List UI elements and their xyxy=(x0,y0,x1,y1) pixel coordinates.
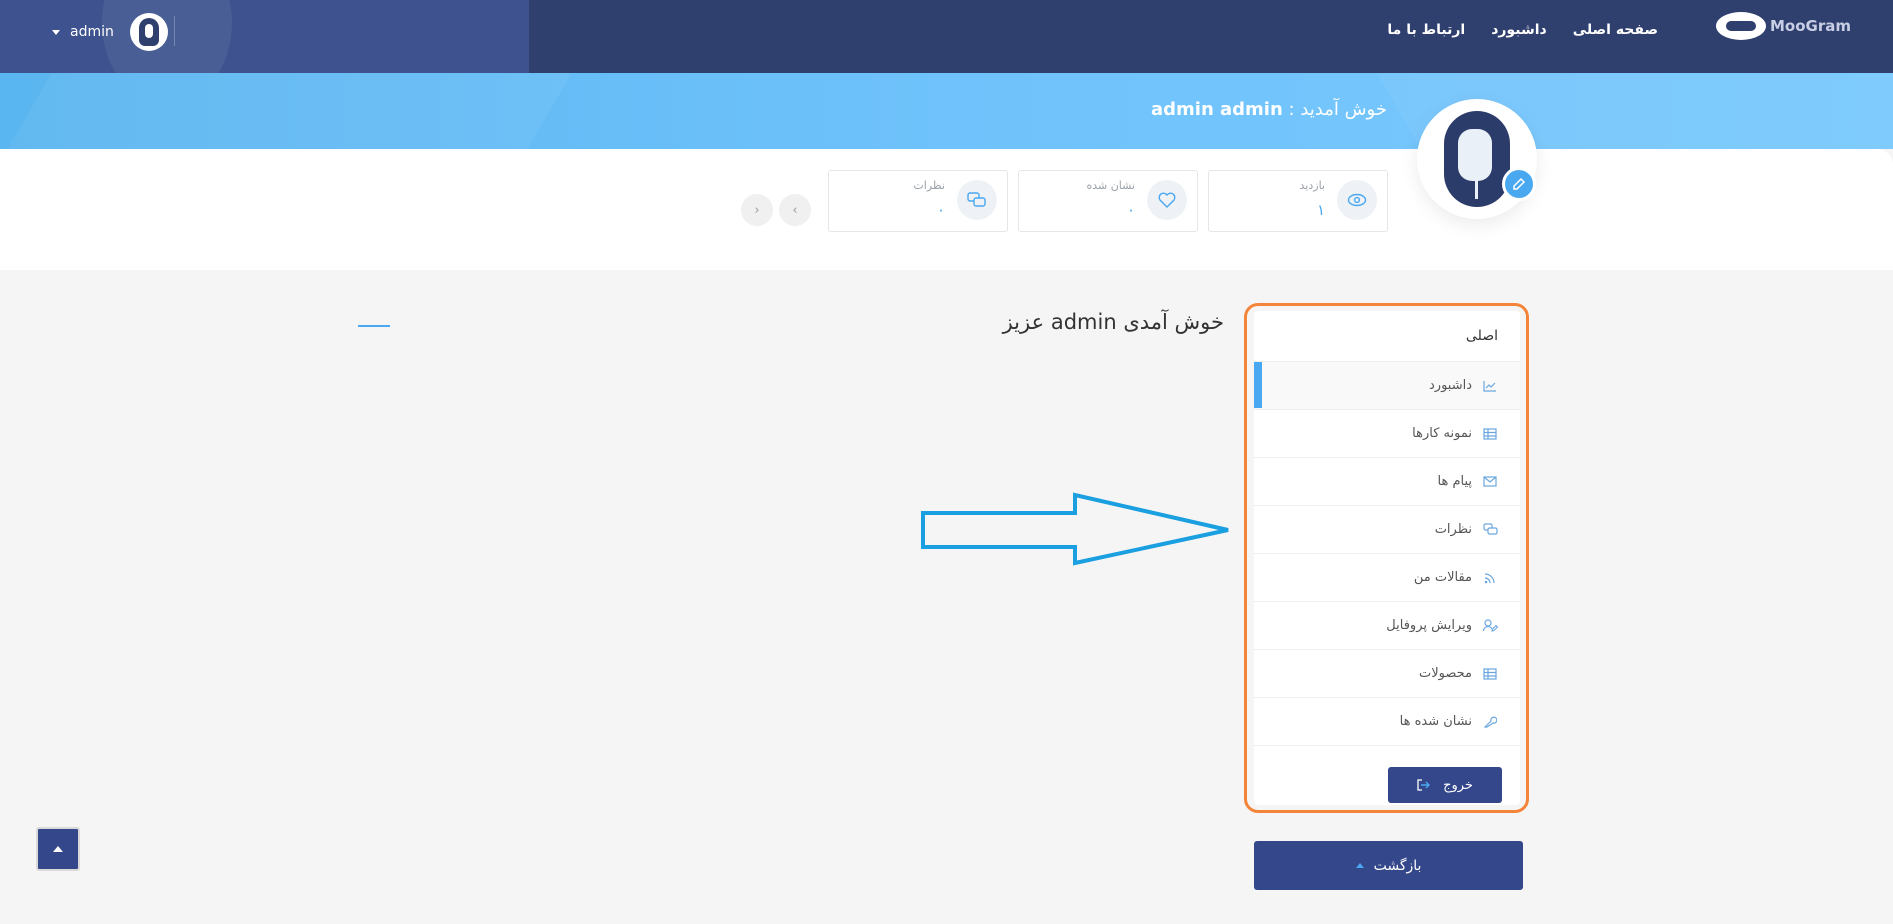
nav-dashboard[interactable]: داشبورد xyxy=(1491,22,1547,38)
logo[interactable]: MooGram xyxy=(1716,12,1851,40)
sidebar-item-label: نمونه کارها xyxy=(1412,426,1472,441)
logo-text: MooGram xyxy=(1770,17,1851,35)
stat-label: بازدید xyxy=(1299,179,1325,192)
stat-value: ۱ xyxy=(1316,201,1325,219)
divider xyxy=(174,16,175,46)
sidebar-menu: اصلی داشبورد نمونه کارها پیام ها نظرات م… xyxy=(1254,311,1520,805)
profile-avatar xyxy=(1417,99,1537,219)
chart-icon xyxy=(1482,378,1498,394)
heart-icon xyxy=(1147,180,1187,220)
stat-value: ۰ xyxy=(1126,201,1135,219)
carousel-prev-button[interactable]: ‹ xyxy=(779,194,811,226)
sidebar-item-label: داشبورد xyxy=(1429,378,1472,393)
envelope-icon xyxy=(1482,474,1498,490)
welcome-name: admin admin xyxy=(1150,99,1283,120)
sidebar-item-label: مقالات من xyxy=(1413,570,1472,585)
stat-views: بازدید ۱ xyxy=(1208,170,1388,232)
stat-value: ۰ xyxy=(936,201,945,219)
rss-icon xyxy=(1482,570,1498,586)
back-button[interactable]: بازگشت xyxy=(1254,841,1523,890)
top-navbar: admin صفحه اصلی داشبورد ارتباط با ما Moo… xyxy=(0,0,1893,73)
logo-mark xyxy=(1716,12,1766,40)
main-nav: صفحه اصلی داشبورد ارتباط با ما xyxy=(1387,22,1658,38)
sidebar-item-dashboard[interactable]: داشبورد xyxy=(1254,362,1520,410)
carousel-next-button[interactable]: › xyxy=(741,194,773,226)
comments-icon xyxy=(957,180,997,220)
sidebar-title: اصلی xyxy=(1254,311,1520,362)
table-icon xyxy=(1482,666,1498,682)
user-edit-icon xyxy=(1482,618,1498,634)
nav-contact[interactable]: ارتباط با ما xyxy=(1387,22,1465,38)
sidebar-item-label: پیام ها xyxy=(1437,474,1473,489)
profile-banner: خوش آمدید : admin admin xyxy=(0,73,1893,149)
logout-label: خروج xyxy=(1443,777,1473,793)
user-name[interactable]: admin xyxy=(70,24,114,40)
sidebar-item-bookmarks[interactable]: نشان شده ها xyxy=(1254,698,1520,746)
sidebar-item-articles[interactable]: مقالات من xyxy=(1254,554,1520,602)
sidebar-item-label: ویرایش پروفایل xyxy=(1386,618,1472,633)
stat-bookmarks: نشان شده ۰ xyxy=(1018,170,1198,232)
stat-comments: نظرات ۰ xyxy=(828,170,1008,232)
user-area: admin xyxy=(0,0,529,73)
title-underline xyxy=(358,325,390,327)
stat-label: نظرات xyxy=(913,179,945,192)
comments-icon xyxy=(1482,522,1498,538)
annotation-arrow xyxy=(921,492,1229,566)
stat-label: نشان شده xyxy=(1086,179,1135,192)
arrow-up-icon xyxy=(53,846,63,852)
avatar[interactable] xyxy=(129,13,168,51)
logout-button[interactable]: خروج xyxy=(1388,767,1502,803)
page-title: خوش آمدی admin عزیز xyxy=(1002,310,1224,334)
scroll-to-top-button[interactable] xyxy=(36,827,80,871)
sidebar-item-label: نشان شده ها xyxy=(1399,714,1472,729)
welcome-prefix: خوش آمدید : xyxy=(1288,99,1387,120)
edit-icon xyxy=(1513,177,1526,190)
edit-avatar-button[interactable] xyxy=(1502,167,1536,201)
sidebar-item-products[interactable]: محصولات xyxy=(1254,650,1520,698)
nav-home[interactable]: صفحه اصلی xyxy=(1573,22,1658,38)
sidebar-item-edit-profile[interactable]: ویرایش پروفایل xyxy=(1254,602,1520,650)
welcome-heading: خوش آمدید : admin admin xyxy=(1151,99,1387,120)
table-icon xyxy=(1482,426,1498,442)
chevron-down-icon[interactable] xyxy=(52,29,60,35)
logout-icon xyxy=(1417,779,1431,791)
user-menu[interactable]: admin xyxy=(52,13,168,51)
sidebar-item-portfolio[interactable]: نمونه کارها xyxy=(1254,410,1520,458)
wrench-icon xyxy=(1482,714,1498,730)
sidebar-item-label: نظرات xyxy=(1434,522,1472,537)
chevron-up-icon xyxy=(1355,863,1364,868)
eye-icon xyxy=(1337,180,1377,220)
back-label: بازگشت xyxy=(1373,857,1422,874)
sidebar-item-label: محصولات xyxy=(1419,666,1472,681)
sidebar-item-comments[interactable]: نظرات xyxy=(1254,506,1520,554)
sidebar-item-messages[interactable]: پیام ها xyxy=(1254,458,1520,506)
